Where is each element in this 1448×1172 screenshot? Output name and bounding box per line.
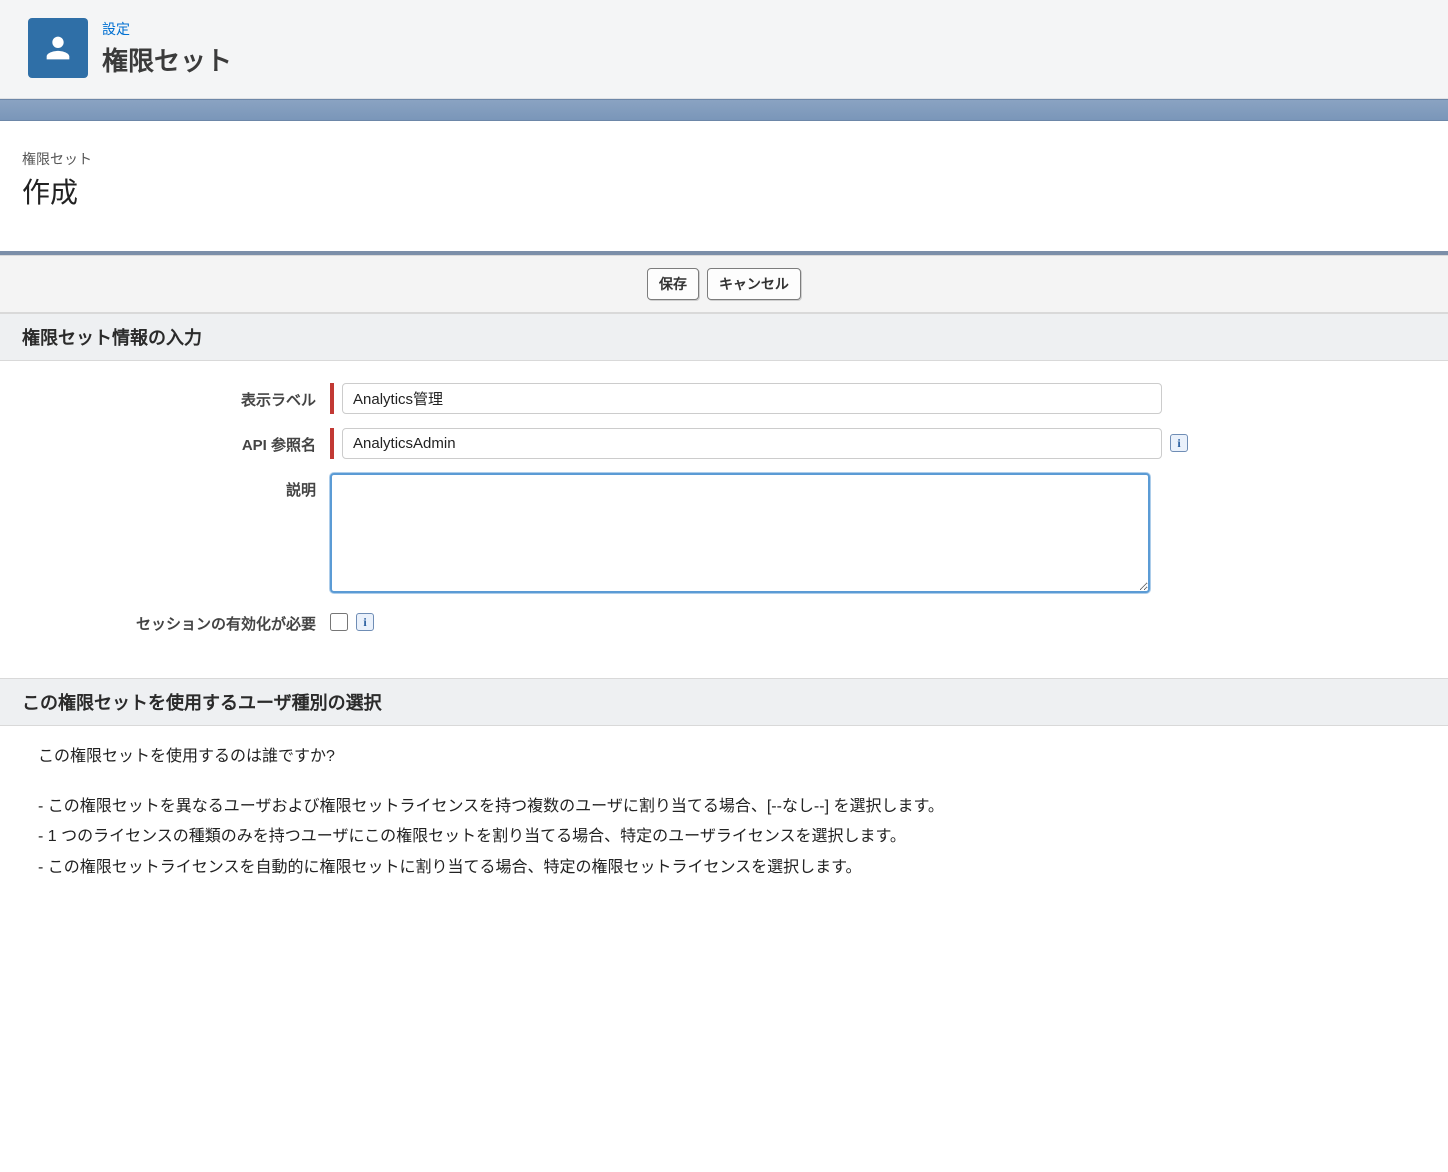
row-api-name: API 参照名 i [30,428,1418,459]
permission-info-form: 表示ラベル API 参照名 i 説明 セッションの有効化が必要 [0,361,1448,678]
row-session-activation: セッションの有効化が必要 i [30,607,1418,634]
description-textarea[interactable] [330,473,1150,593]
help-list: - この権限セットを異なるユーザおよび権限セットライセンスを持つ複数のユーザに割… [30,792,1418,883]
action-button-row: 保存 キャンセル [0,255,1448,313]
help-item: - この権限セットを異なるユーザおよび権限セットライセンスを持つ複数のユーザに割… [38,792,1418,822]
display-label-input[interactable] [342,383,1162,414]
page-title: 権限セット [102,41,232,78]
label-description: 説明 [30,473,330,500]
breadcrumb[interactable]: 設定 [102,19,232,39]
cancel-button[interactable]: キャンセル [707,268,801,300]
form-card: 保存 キャンセル 権限セット情報の入力 表示ラベル API 参照名 i 説明 [0,251,1448,913]
sub-header-title: 作成 [22,171,1426,211]
info-icon[interactable]: i [356,613,374,631]
permission-set-icon [28,18,88,78]
sub-header: 権限セット 作成 [0,121,1448,251]
session-activation-checkbox[interactable] [330,613,348,631]
label-session-activation: セッションの有効化が必要 [30,607,330,634]
help-item: - この権限セットライセンスを自動的に権限セットに割り当てる場合、特定の権限セッ… [38,853,1418,883]
info-icon[interactable]: i [1170,434,1188,452]
save-button[interactable]: 保存 [647,268,699,300]
help-question: この権限セットを使用するのは誰ですか? [30,742,1418,766]
label-display-label: 表示ラベル [30,383,330,410]
required-indicator [330,428,334,459]
required-indicator [330,383,334,414]
section-user-type: この権限セットを使用するユーザ種別の選択 [0,678,1448,726]
page-header: 設定 権限セット [0,0,1448,99]
decorative-pattern-bar [0,99,1448,121]
user-type-help: この権限セットを使用するのは誰ですか? - この権限セットを異なるユーザおよび権… [0,726,1448,913]
sub-header-label: 権限セット [22,149,1426,169]
section-permission-info: 権限セット情報の入力 [0,313,1448,361]
help-item: - 1 つのライセンスの種類のみを持つユーザにこの権限セットを割り当てる場合、特… [38,822,1418,852]
api-name-input[interactable] [342,428,1162,459]
label-api-name: API 参照名 [30,428,330,455]
row-description: 説明 [30,473,1418,593]
row-display-label: 表示ラベル [30,383,1418,414]
